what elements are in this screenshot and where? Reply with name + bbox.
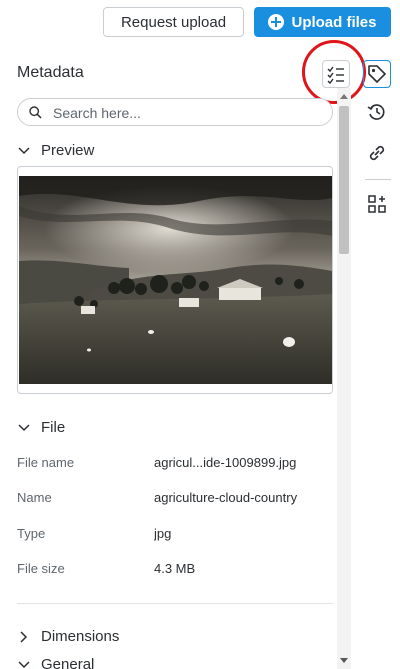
scroll-down-arrow[interactable] <box>340 658 348 663</box>
chevron-down-icon <box>18 660 30 668</box>
dimensions-section-header[interactable]: Dimensions <box>17 628 119 645</box>
panel-scrollbar[interactable] <box>337 88 351 669</box>
link-button[interactable] <box>363 139 391 167</box>
scroll-thumb[interactable] <box>339 106 349 254</box>
search-icon <box>29 106 42 119</box>
search-input[interactable] <box>53 103 323 123</box>
add-widget-icon <box>368 195 386 213</box>
file-name-value: agricul...ide-1009899.jpg <box>154 455 297 470</box>
file-name-label: File name <box>17 455 75 470</box>
landscape-preview-image <box>19 176 332 384</box>
side-rail <box>357 44 400 669</box>
rail-divider <box>365 179 391 180</box>
general-section-label: General <box>41 656 95 669</box>
plus-circle-icon <box>268 14 285 30</box>
name-label: Name <box>17 490 52 505</box>
link-icon <box>369 145 385 161</box>
chevron-down-icon <box>18 146 30 154</box>
file-size-label: File size <box>17 561 65 576</box>
tag-button[interactable] <box>363 60 391 88</box>
preview-section-label: Preview <box>41 142 95 159</box>
general-section-header[interactable]: General <box>17 656 94 669</box>
upload-files-button[interactable]: Upload files <box>254 7 391 37</box>
metadata-search <box>17 98 333 126</box>
type-value: jpg <box>154 526 172 541</box>
section-divider <box>17 603 333 604</box>
image-preview[interactable] <box>17 166 333 394</box>
preview-section-header[interactable]: Preview <box>17 142 94 159</box>
file-size-value: 4.3 MB <box>154 561 196 576</box>
file-section-header[interactable]: File <box>17 419 65 436</box>
chevron-right-icon <box>20 630 28 643</box>
scroll-up-arrow[interactable] <box>340 94 348 99</box>
type-label: Type <box>17 526 46 541</box>
dimensions-section-label: Dimensions <box>41 628 120 645</box>
file-section-label: File <box>41 419 66 436</box>
name-value: agriculture-cloud-country <box>154 490 298 505</box>
upload-files-label: Upload files <box>291 13 377 31</box>
add-widget-button[interactable] <box>363 190 391 218</box>
history-icon <box>367 104 385 120</box>
request-upload-button[interactable]: Request upload <box>103 7 244 37</box>
panel-title: Metadata <box>17 64 84 81</box>
history-button[interactable] <box>363 98 391 126</box>
top-toolbar: Request upload Upload files <box>0 0 400 44</box>
chevron-down-icon <box>18 423 30 431</box>
tag-icon <box>368 65 386 83</box>
